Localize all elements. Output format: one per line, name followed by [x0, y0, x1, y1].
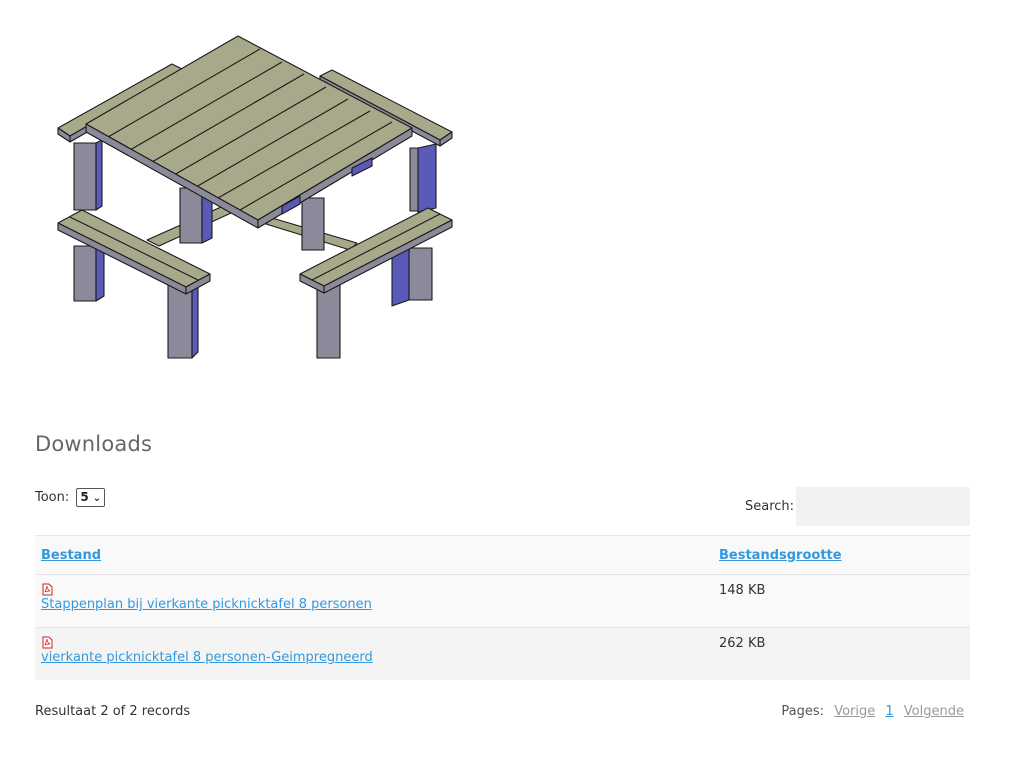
pdf-icon [42, 636, 53, 649]
file-cell: vierkante picknicktafel 8 personen-Geimp… [35, 627, 713, 680]
search-label: Search: [745, 499, 795, 514]
page-length-control: Toon: 5 ⌄ [35, 488, 106, 507]
page-length-select[interactable]: 5 ⌄ [76, 488, 106, 507]
picnic-table-image [57, 35, 453, 359]
page-length-label: Toon: [35, 490, 70, 505]
table-info: Resultaat 2 of 2 records [35, 704, 191, 719]
page-length-value: 5 [80, 490, 89, 504]
table-row: vierkante picknicktafel 8 personen-Geimp… [35, 627, 970, 680]
file-link[interactable]: Stappenplan bij vierkante picknicktafel … [41, 597, 372, 612]
pagination-next[interactable]: Volgende [904, 704, 964, 719]
downloads-title: Downloads [35, 432, 153, 456]
pagination: Pages: Vorige 1 Volgende [781, 704, 964, 719]
column-header-bestand[interactable]: Bestand [35, 535, 713, 575]
file-cell: Stappenplan bij vierkante picknicktafel … [35, 574, 713, 628]
pagination-previous[interactable]: Vorige [834, 704, 875, 719]
table-header-row: Bestand Bestandsgrootte [35, 535, 970, 575]
file-size: 262 KB [713, 627, 970, 680]
pagination-label: Pages: [781, 704, 825, 719]
table-row: Stappenplan bij vierkante picknicktafel … [35, 574, 970, 628]
downloads-table: Bestand Bestandsgrootte Stappenplan bij … [35, 535, 970, 680]
pdf-icon [42, 583, 53, 596]
pagination-page-1[interactable]: 1 [885, 704, 893, 719]
column-header-bestandsgrootte[interactable]: Bestandsgrootte [713, 535, 970, 575]
file-size: 148 KB [713, 574, 970, 628]
file-link[interactable]: vierkante picknicktafel 8 personen-Geimp… [41, 650, 373, 665]
chevron-down-icon: ⌄ [92, 493, 102, 504]
search-input[interactable] [796, 487, 970, 526]
